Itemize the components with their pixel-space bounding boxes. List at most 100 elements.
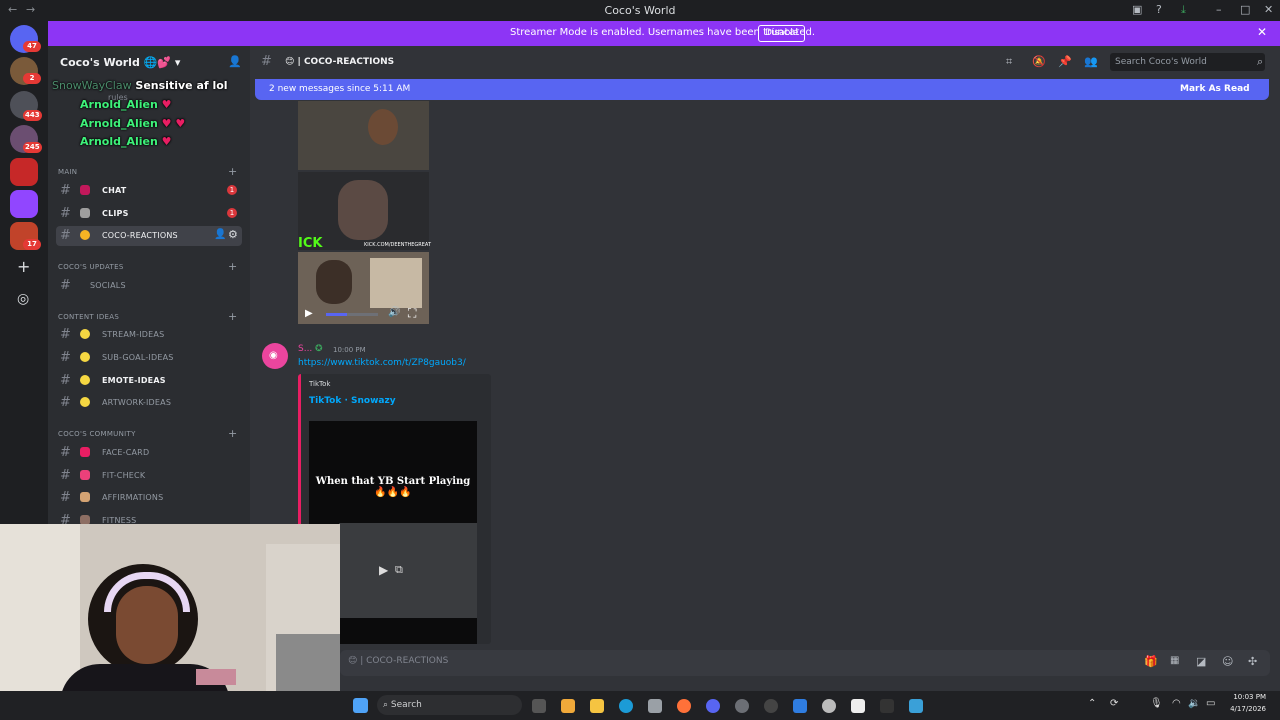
lightbulb-icon [80, 375, 90, 385]
mark-as-read-button[interactable]: Mark As Read [1180, 84, 1250, 94]
mic-icon[interactable]: 🎙 [1150, 698, 1163, 709]
taskbar-search[interactable]: ⌕ Search [377, 695, 522, 715]
app-icon[interactable] [851, 699, 865, 713]
app-icon[interactable] [793, 699, 807, 713]
channel-sub-goal-ideas[interactable]: # SUB-GOAL-IDEAS [56, 348, 242, 368]
embed-title[interactable]: TikTok · Snowazy [309, 396, 396, 406]
close-window-icon[interactable]: ✕ [1264, 3, 1273, 16]
open-external-icon[interactable]: ⧉ [395, 563, 403, 577]
channel-fit-check[interactable]: # FIT-CHECK [56, 466, 242, 486]
screen-icon[interactable]: ▣ [1132, 3, 1142, 16]
obs-icon[interactable] [764, 699, 778, 713]
add-member-icon[interactable]: 👤 [214, 229, 226, 240]
video-progress[interactable] [326, 313, 378, 316]
volume-icon[interactable]: 🔊 [388, 307, 400, 318]
server-name[interactable]: Coco's World 🌐💕 ▾ [60, 56, 180, 69]
unread-badge: 1 [227, 185, 237, 195]
embed-provider[interactable]: TikTok [309, 380, 330, 388]
battery-icon[interactable]: ▭ [1206, 698, 1215, 709]
channel-chat[interactable]: # CHAT 1 [56, 181, 242, 201]
add-server-icon[interactable]: + [17, 257, 30, 276]
threads-icon[interactable]: ⌗ [1006, 55, 1012, 69]
emoji-icon [80, 230, 90, 240]
tray-icon[interactable]: ⟳ [1110, 698, 1118, 709]
minimize-icon[interactable]: – [1216, 3, 1222, 16]
badge-server-1: 2 [23, 73, 41, 84]
kick-watermark: KICK.COM/DEENTHEGREAT [364, 242, 432, 248]
chatgpt-icon[interactable] [822, 699, 836, 713]
sticker-icon[interactable]: ◪ [1196, 655, 1206, 668]
windows-start-icon[interactable] [353, 698, 368, 713]
category-content-ideas[interactable]: CONTENT IDEAS [58, 313, 119, 321]
download-icon[interactable]: ⤓ [1181, 3, 1186, 17]
add-channel-icon[interactable]: + [228, 260, 237, 273]
play-icon[interactable]: ▶ [379, 563, 388, 577]
channel-affirmations[interactable]: # AFFIRMATIONS [56, 488, 242, 508]
play-icon[interactable]: ▶ [305, 308, 313, 319]
channel-emote-ideas[interactable]: # EMOTE-IDEAS [56, 371, 242, 391]
help-icon[interactable]: ? [1156, 3, 1162, 16]
chevron-up-icon[interactable]: ⌃ [1088, 698, 1096, 709]
channel-clips[interactable]: # CLIPS 1 [56, 204, 242, 224]
disable-button[interactable]: Disable [758, 25, 806, 42]
input-placeholder: 😊 | COCO-REACTIONS [348, 656, 449, 666]
channel-stream-ideas[interactable]: # STREAM-IDEAS [56, 325, 242, 345]
category-cocos-updates[interactable]: COCO'S UPDATES [58, 263, 124, 271]
pin-icon[interactable]: 📌 [1058, 55, 1072, 68]
message-author[interactable]: S... [298, 344, 312, 354]
clock-time[interactable]: 10:03 PM [1224, 693, 1266, 701]
title-bar: ← → Coco's World ▣ ? ⤓ – □ ✕ [0, 0, 1280, 21]
edge-icon[interactable] [619, 699, 633, 713]
explore-icon[interactable]: ◎ [17, 291, 29, 307]
hash-icon: # [60, 183, 71, 198]
channel-header: # 😊 | COCO-REACTIONS ⌗ 🔕 📌 👥 Search Coco… [250, 46, 1280, 80]
add-channel-icon[interactable]: + [228, 310, 237, 323]
discord-icon[interactable] [706, 699, 720, 713]
channel-face-card[interactable]: # FACE-CARD [56, 443, 242, 463]
category-cocos-community[interactable]: COCO'S COMMUNITY [58, 430, 136, 438]
members-icon[interactable]: 👥 [1084, 55, 1098, 68]
gift-icon[interactable]: 🎁 [1144, 655, 1158, 668]
emoji-picker-icon[interactable]: ☺ [1222, 655, 1233, 668]
app-icon[interactable] [909, 699, 923, 713]
gif-icon[interactable]: ▦ [1170, 655, 1179, 666]
lightbulb-icon [80, 397, 90, 407]
apps-icon[interactable]: ✣ [1248, 655, 1257, 668]
new-messages-bar[interactable]: 2 new messages since 5:11 AM Mark As Rea… [255, 79, 1269, 100]
unread-badge: 1 [227, 208, 237, 218]
task-view-icon[interactable] [532, 699, 546, 713]
store-icon[interactable] [648, 699, 662, 713]
channel-socials[interactable]: # SOCIALS [56, 276, 242, 296]
app-icon[interactable] [735, 699, 749, 713]
badge-server-4: 17 [23, 239, 41, 250]
add-channel-icon[interactable]: + [228, 165, 237, 178]
message-input[interactable]: 😊 | COCO-REACTIONS 🎁 ▦ ◪ ☺ ✣ [340, 650, 1270, 676]
search-input[interactable]: Search Coco's World [1110, 53, 1265, 71]
emoji-icon [80, 515, 90, 524]
taskbar: ⌕ Search ⌃ ⟳ 🎙 ◠ 🔉 ▭ 10:03 PM 4/17/2026 [0, 691, 1280, 720]
channel-coco-reactions[interactable]: # COCO-REACTIONS 👤 ⚙ [56, 226, 242, 246]
firefox-icon[interactable] [677, 699, 691, 713]
twitch-icon[interactable] [10, 190, 38, 218]
invite-icon[interactable]: 👤 [228, 55, 242, 68]
overlay-chat-line: Arnold_Alien ♥ [80, 135, 172, 148]
category-main[interactable]: MAIN [58, 168, 77, 176]
epic-games-icon[interactable] [880, 699, 894, 713]
volume-icon[interactable]: 🔉 [1188, 698, 1200, 709]
maximize-icon[interactable]: □ [1240, 3, 1250, 16]
channel-artwork-ideas[interactable]: # ARTWORK-IDEAS [56, 393, 242, 413]
hash-icon: # [60, 373, 71, 388]
add-channel-icon[interactable]: + [228, 427, 237, 440]
server-icon[interactable] [10, 158, 38, 186]
fullscreen-icon[interactable]: ⛶ [408, 306, 416, 321]
gear-icon[interactable]: ⚙ [228, 228, 238, 241]
wifi-icon[interactable]: ◠ [1172, 698, 1181, 709]
mute-icon[interactable]: 🔕 [1032, 55, 1046, 68]
message-link[interactable]: https://www.tiktok.com/t/ZP8gauob3/ [298, 358, 466, 368]
clock-date[interactable]: 4/17/2026 [1220, 705, 1266, 713]
app-icon[interactable] [561, 699, 575, 713]
close-banner-icon[interactable]: ✕ [1257, 25, 1267, 39]
clip-frame [298, 101, 429, 170]
file-explorer-icon[interactable] [590, 699, 604, 713]
channel-fitness[interactable]: # FITNESS [56, 511, 242, 524]
